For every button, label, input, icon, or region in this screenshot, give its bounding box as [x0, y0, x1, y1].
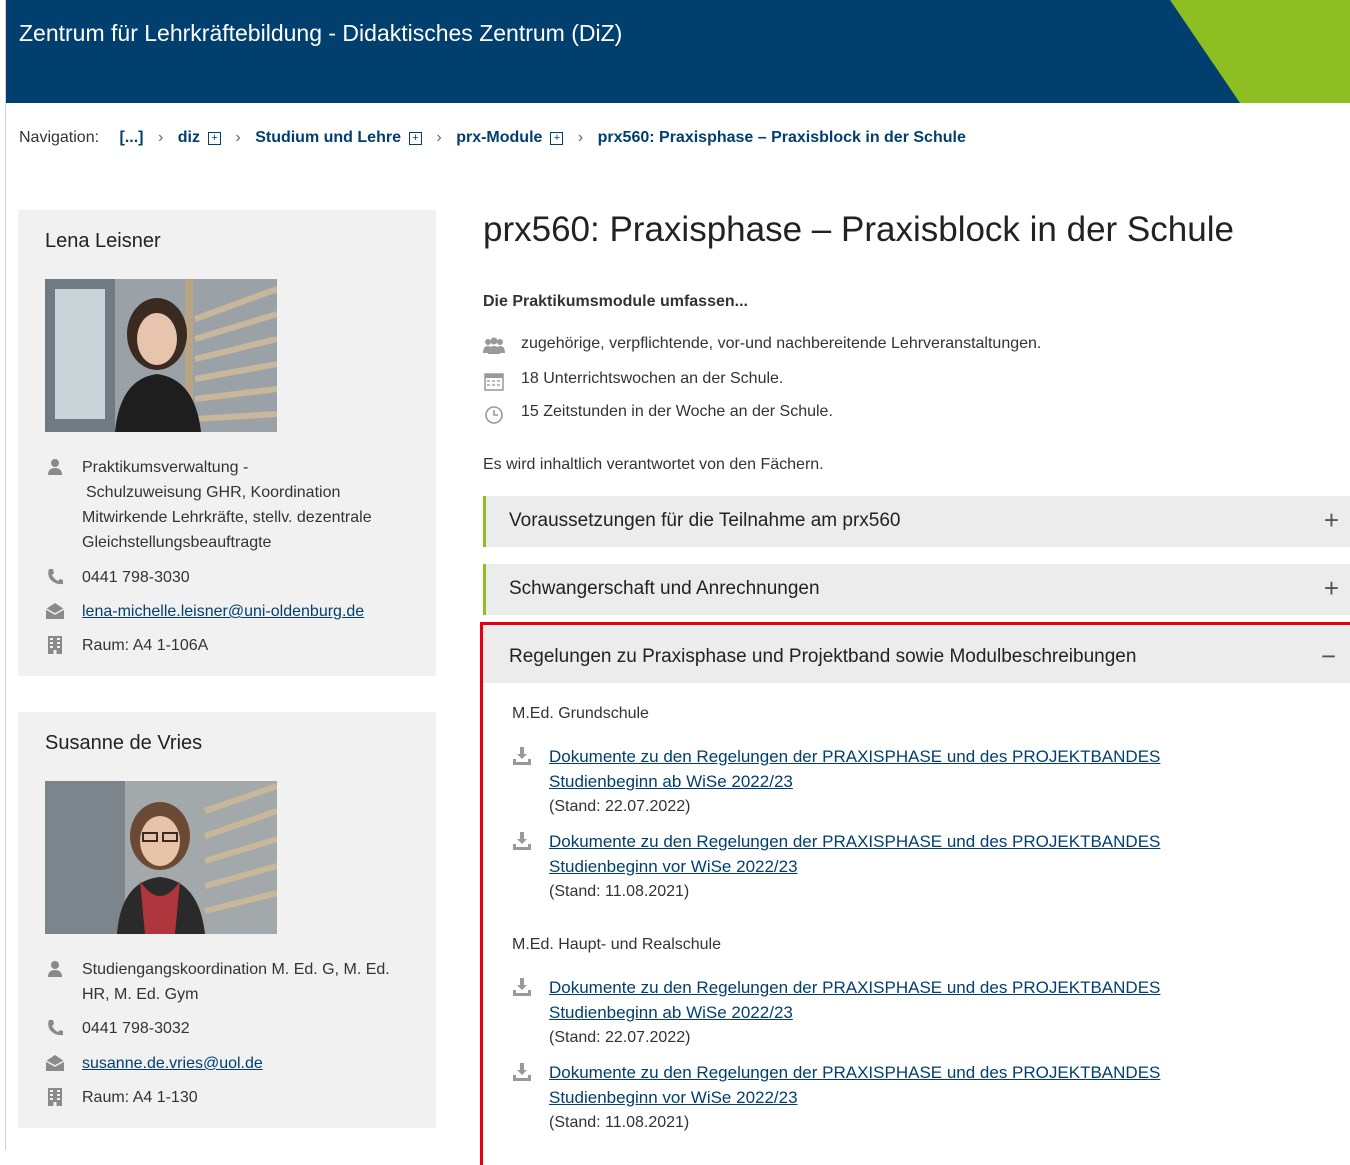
- envelope-icon: [45, 603, 65, 619]
- accordion-title[interactable]: Voraussetzungen für die Teilnahme am prx…: [509, 510, 901, 532]
- phone-number[interactable]: 0441 798-3032: [82, 1016, 422, 1041]
- document-link[interactable]: Dokumente zu den Regelungen der PRAXISPH…: [549, 1063, 1160, 1107]
- document-link[interactable]: Dokumente zu den Regelungen der PRAXISPH…: [549, 747, 1160, 791]
- plus-icon[interactable]: +: [1324, 573, 1339, 604]
- breadcrumb-separator-icon: ›: [577, 129, 584, 146]
- header-accent-shape: [1170, 0, 1350, 103]
- list-item-text: 15 Zeitstunden in der Woche an der Schul…: [521, 403, 833, 420]
- minus-icon[interactable]: −: [1321, 641, 1336, 672]
- download-item: Dokumente zu den Regelungen der PRAXISPH…: [512, 975, 1232, 1050]
- breadcrumb-separator-icon: ›: [157, 129, 164, 146]
- expand-icon[interactable]: +: [207, 132, 221, 145]
- role-line: HR, M. Ed. Gym: [82, 986, 199, 1003]
- accordion-item-schwangerschaft[interactable]: Schwangerschaft und Anrechnungen +: [483, 564, 1350, 615]
- download-item: Dokumente zu den Regelungen der PRAXISPH…: [512, 744, 1232, 819]
- calendar-icon: [484, 373, 504, 391]
- accordion-title[interactable]: Schwangerschaft und Anrechnungen: [509, 578, 820, 600]
- phone-icon: [48, 569, 63, 585]
- download-icon[interactable]: [512, 831, 532, 851]
- room-text: Raum: A4 1-130: [82, 1089, 198, 1106]
- download-item: Dokumente zu den Regelungen der PRAXISPH…: [512, 1060, 1232, 1135]
- expand-icon[interactable]: +: [550, 132, 564, 145]
- building-icon: [48, 636, 62, 654]
- window-left-border: [0, 0, 6, 1150]
- person-icon: [48, 459, 62, 475]
- accordion-header[interactable]: Regelungen zu Praxisphase und Projektban…: [483, 625, 1350, 683]
- document-date: (Stand: 11.08.2021): [549, 1114, 690, 1131]
- download-icon[interactable]: [512, 1062, 532, 1082]
- contact-phone: 0441 798-3030: [45, 565, 425, 590]
- contact-name: Susanne de Vries: [45, 732, 203, 754]
- breadcrumb-item-prx-module[interactable]: prx-Module: [456, 129, 542, 146]
- download-item: Dokumente zu den Regelungen der PRAXISPH…: [512, 829, 1232, 904]
- building-icon: [48, 1088, 62, 1106]
- phone-icon: [48, 1020, 63, 1036]
- role-line: Mitwirkende Lehrkräfte, stellv. dezentra…: [82, 509, 372, 526]
- group-icon: [483, 337, 505, 354]
- breadcrumb-item-diz[interactable]: diz: [178, 129, 200, 146]
- accordion-title[interactable]: Regelungen zu Praxisphase und Projektban…: [509, 646, 1136, 668]
- role-line: Studiengangskoordination M. Ed. G, M. Ed…: [82, 961, 390, 978]
- responsibility-text: Es wird inhaltlich verantwortet von den …: [483, 456, 824, 473]
- download-icon[interactable]: [512, 977, 532, 997]
- breadcrumb-separator-icon: ›: [235, 129, 241, 146]
- list-item-text: zugehörige, verpflichtende, vor-und nach…: [521, 335, 1042, 352]
- clock-icon: [485, 406, 503, 424]
- section-heading: M.Ed. Grundschule: [512, 705, 649, 722]
- document-link[interactable]: Dokumente zu den Regelungen der PRAXISPH…: [549, 832, 1160, 876]
- breadcrumb: Navigation: [...] › diz + › Studium und L…: [19, 129, 966, 147]
- breadcrumb-separator-icon: ›: [436, 129, 442, 146]
- list-item-text: 18 Unterrichtswochen an der Schule.: [521, 370, 784, 387]
- contact-name: Lena Leisner: [45, 230, 161, 252]
- contact-card: Susanne de Vries Studiengangskoordinatio…: [18, 712, 436, 1128]
- contact-email: susanne.de.vries@uol.de: [45, 1051, 425, 1076]
- room-text: Raum: A4 1-106A: [82, 637, 209, 654]
- document-date: (Stand: 11.08.2021): [549, 883, 690, 900]
- person-icon: [48, 961, 62, 977]
- role-line: Schulzuweisung GHR, Koordination: [86, 484, 341, 501]
- contact-photo: [45, 781, 277, 934]
- document-link[interactable]: Dokumente zu den Regelungen der PRAXISPH…: [549, 978, 1160, 1022]
- accordion-item-voraussetzungen[interactable]: Voraussetzungen für die Teilnahme am prx…: [483, 496, 1350, 547]
- site-header: Zentrum für Lehrkräftebildung - Didaktis…: [6, 0, 1350, 103]
- site-title[interactable]: Zentrum für Lehrkräftebildung - Didaktis…: [19, 20, 622, 47]
- role-line: Praktikumsverwaltung -: [82, 459, 249, 476]
- contact-email: lena-michelle.leisner@uni-oldenburg.de: [45, 599, 425, 624]
- email-link[interactable]: lena-michelle.leisner@uni-oldenburg.de: [82, 603, 364, 620]
- plus-icon[interactable]: +: [1324, 505, 1339, 536]
- page-title: prx560: Praxisphase – Praxisblock in der…: [483, 210, 1234, 249]
- expand-icon[interactable]: +: [408, 132, 422, 145]
- role-line: Gleichstellungsbeauftragte: [82, 534, 272, 551]
- breadcrumb-label: Navigation:: [19, 129, 100, 146]
- accordion-item-regelungen: Regelungen zu Praxisphase und Projektban…: [480, 622, 1350, 1165]
- download-icon[interactable]: [512, 746, 532, 766]
- breadcrumb-item-root[interactable]: [...]: [120, 129, 144, 146]
- breadcrumb-item-studium[interactable]: Studium und Lehre: [255, 129, 401, 146]
- contact-room: Raum: A4 1-130: [45, 1085, 425, 1110]
- phone-number[interactable]: 0441 798-3030: [82, 565, 422, 590]
- contact-phone: 0441 798-3032: [45, 1016, 425, 1041]
- document-date: (Stand: 22.07.2022): [549, 798, 691, 815]
- intro-text: Die Praktikumsmodule umfassen...: [483, 293, 748, 310]
- contact-card: Lena Leisner Praktikumsverwaltung - Schu…: [18, 210, 436, 676]
- document-date: (Stand: 22.07.2022): [549, 1029, 691, 1046]
- email-link[interactable]: susanne.de.vries@uol.de: [82, 1055, 263, 1072]
- section-heading: M.Ed. Haupt- und Realschule: [512, 936, 721, 953]
- contact-photo: [45, 279, 277, 432]
- contact-room: Raum: A4 1-106A: [45, 633, 425, 658]
- envelope-icon: [45, 1055, 65, 1071]
- breadcrumb-item-current[interactable]: prx560: Praxisphase – Praxisblock in der…: [598, 129, 966, 146]
